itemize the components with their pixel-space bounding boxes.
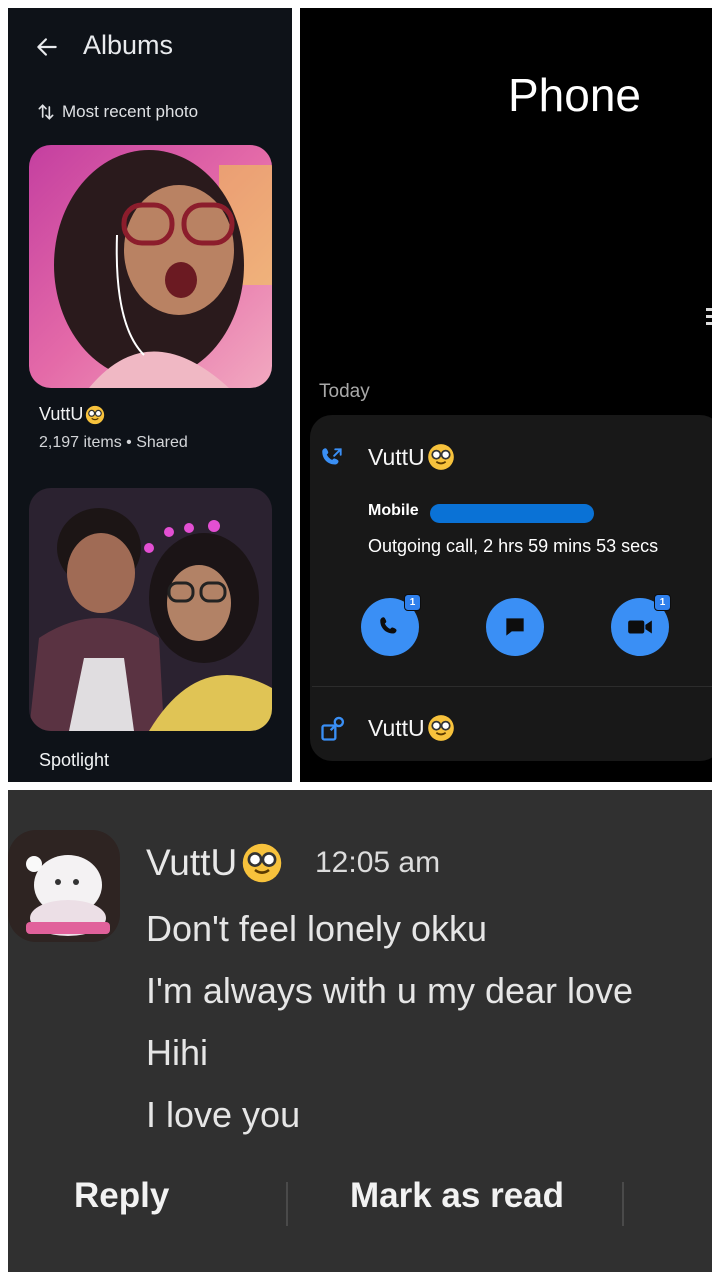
call-contact-name[interactable]: VuttU [368, 443, 455, 471]
back-arrow-icon[interactable] [34, 34, 60, 60]
redacted-number [430, 504, 594, 523]
outgoing-call-icon [322, 448, 342, 465]
phone-icon [380, 617, 397, 634]
call-button[interactable]: 1 [361, 594, 421, 656]
sort-icon [38, 104, 54, 120]
reply-button[interactable]: Reply [74, 1176, 169, 1216]
video-call-button[interactable]: 1 [611, 594, 671, 656]
album-thumbnail-vuttu[interactable] [29, 145, 272, 388]
album-thumbnail-spotlight[interactable] [29, 488, 272, 731]
sender-name: VuttU [146, 842, 283, 884]
section-header-today: Today [319, 381, 370, 402]
phone-screen: Phone Today VuttU Mobile Outgoing call, … [300, 8, 712, 782]
message-icon [506, 618, 524, 636]
divider [622, 1182, 624, 1226]
avatar-image [8, 830, 120, 942]
albums-screen: Albums Most recent photo VuttU 2,197 ite… [8, 8, 292, 782]
divider [312, 686, 712, 687]
page-title: Albums [83, 30, 174, 60]
page-title: Phone [508, 69, 642, 121]
video-call-icon [628, 620, 652, 634]
message-line: I love you [146, 1094, 301, 1135]
nerd-face-emoji-icon [427, 444, 454, 470]
nerd-face-emoji-icon [86, 405, 105, 424]
side-menu-icon[interactable] [704, 306, 712, 328]
notification-time: 12:05 am [315, 846, 441, 879]
divider [286, 1182, 288, 1226]
contact-profile-icon[interactable] [319, 715, 347, 743]
contact-name-text: VuttU [368, 443, 425, 470]
album-cover-photo [29, 488, 272, 731]
album-name: Spotlight [39, 750, 110, 770]
message-line: Hihi [146, 1032, 209, 1073]
album-cover-photo [29, 145, 272, 388]
album-name-text: VuttU [39, 404, 84, 424]
message-button[interactable] [486, 598, 544, 656]
call-count-badge: 1 [404, 594, 421, 611]
sender-name-text: VuttU [146, 842, 238, 883]
nerd-face-emoji-icon [242, 843, 282, 883]
sort-selector[interactable]: Most recent photo [36, 102, 198, 122]
video-count-badge: 1 [654, 594, 671, 611]
call-detail: Outgoing call, 2 hrs 59 mins 53 secs [368, 536, 659, 556]
nerd-face-emoji-icon [427, 715, 454, 741]
profile-contact-name[interactable]: VuttU [368, 714, 455, 742]
sort-label: Most recent photo [62, 102, 199, 121]
number-type-label: Mobile [368, 502, 419, 519]
mark-as-read-button[interactable]: Mark as read [350, 1176, 564, 1216]
sender-avatar [8, 830, 120, 942]
message-line: Don't feel lonely okku [146, 908, 488, 949]
album-name: VuttU [39, 404, 105, 425]
message-notification[interactable]: VuttU 12:05 am Don't feel lonely okku I'… [8, 790, 712, 1272]
contact-name-text: VuttU [368, 714, 425, 741]
message-line: I'm always with u my dear love [146, 970, 634, 1011]
notification-actions: Reply Mark as read [8, 1170, 712, 1230]
album-meta: 2,197 items • Shared [39, 434, 188, 451]
